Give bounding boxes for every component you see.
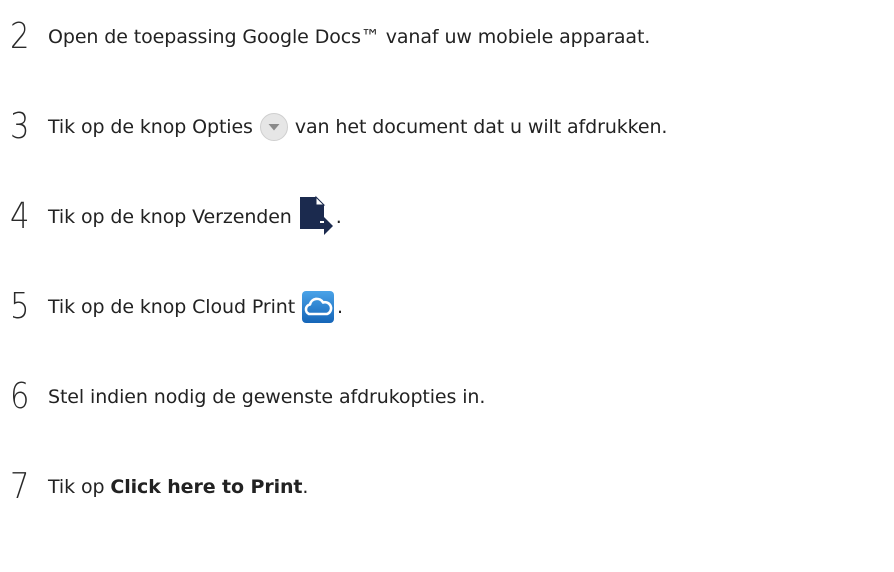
step-2-text: Open de toepassing Google Docs™ vanaf uw…: [48, 26, 651, 48]
options-dropdown-icon: [259, 112, 289, 142]
click-here-to-print-label: Click here to Print: [110, 476, 303, 498]
step-text: Tik op Click here to Print .: [48, 476, 308, 498]
cloud-print-icon: [301, 290, 335, 324]
step-text: Tik op de knop Cloud Print .: [48, 290, 343, 324]
step-number: 7: [10, 466, 30, 507]
step-number: 4: [10, 196, 30, 237]
step-3: 3 Tik op de knop Opties van het document…: [10, 102, 667, 152]
step-4-text-before: Tik op de knop Verzenden: [48, 206, 292, 228]
send-document-icon: [298, 195, 334, 239]
step-text: Tik op de knop Opties van het document d…: [48, 112, 667, 142]
step-3-text-after: van het document dat u wilt afdrukken.: [294, 116, 668, 138]
step-5-text-after: .: [337, 296, 343, 318]
step-text: Open de toepassing Google Docs™ vanaf uw…: [48, 26, 650, 48]
step-number: 5: [10, 286, 30, 327]
instruction-steps: 2 Open de toepassing Google Docs™ vanaf …: [0, 0, 894, 572]
step-text: Tik op de knop Verzenden .: [48, 195, 342, 239]
step-4: 4 Tik op de knop Verzenden .: [10, 192, 342, 242]
step-6-text: Stel indien nodig de gewenste afdrukopti…: [48, 386, 486, 408]
step-text: Stel indien nodig de gewenste afdrukopti…: [48, 386, 485, 408]
step-4-text-after: .: [335, 206, 342, 228]
step-6: 6 Stel indien nodig de gewenste afdrukop…: [10, 372, 485, 422]
step-2: 2 Open de toepassing Google Docs™ vanaf …: [10, 12, 650, 62]
step-7-text-before: Tik op: [48, 476, 111, 498]
step-7-text-after: .: [302, 476, 309, 498]
step-5: 5 Tik op de knop Cloud Print .: [10, 282, 343, 332]
step-number: 6: [10, 376, 30, 417]
step-5-text-before: Tik op de knop Cloud Print: [48, 296, 296, 318]
step-number: 2: [10, 16, 30, 57]
step-3-text-before: Tik op de knop Opties: [48, 116, 253, 138]
step-number: 3: [10, 106, 30, 147]
step-7: 7 Tik op Click here to Print .: [10, 462, 308, 512]
